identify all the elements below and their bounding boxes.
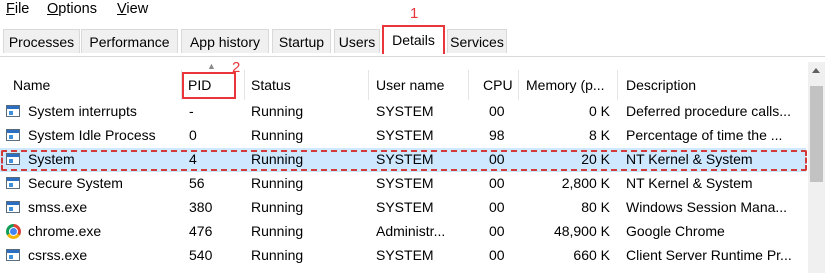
cell-pid: 380 bbox=[189, 199, 213, 215]
chrome-icon bbox=[6, 224, 22, 239]
column-separator[interactable] bbox=[518, 70, 519, 100]
column-memory[interactable]: Memory (p... bbox=[526, 77, 605, 93]
menu-options-mnemonic: O bbox=[47, 1, 59, 17]
column-description[interactable]: Description bbox=[626, 77, 696, 93]
scroll-up-arrow-icon[interactable] bbox=[812, 68, 820, 73]
cell-name: Secure System bbox=[28, 175, 123, 191]
column-separator[interactable] bbox=[368, 70, 369, 100]
cell-pid: 476 bbox=[189, 223, 213, 239]
cell-user: SYSTEM bbox=[376, 175, 434, 191]
menu-view-mnemonic: V bbox=[117, 1, 127, 17]
cell-user: SYSTEM bbox=[376, 247, 434, 263]
cell-status: Running bbox=[251, 223, 304, 239]
cell-cpu: 98 bbox=[489, 127, 505, 143]
cell-user: Administr... bbox=[376, 223, 446, 239]
tab-bar: Processes Performance App history Startu… bbox=[0, 25, 825, 57]
cell-status: Running bbox=[251, 175, 304, 191]
cell-memory: 80 K bbox=[581, 199, 610, 215]
cell-description: NT Kernel & System bbox=[626, 175, 753, 191]
tab-startup[interactable]: Startup bbox=[272, 29, 331, 53]
column-user-name[interactable]: User name bbox=[376, 77, 444, 93]
column-separator[interactable] bbox=[468, 70, 469, 100]
menu-file-label: ile bbox=[14, 1, 30, 17]
window-icon bbox=[6, 177, 22, 191]
cell-memory: 660 K bbox=[573, 247, 610, 263]
column-header-row: Name PID Status User name CPU Memory (p.… bbox=[0, 70, 806, 100]
cell-description: Windows Session Mana... bbox=[626, 199, 788, 215]
window-icon bbox=[6, 105, 22, 119]
cell-pid: - bbox=[189, 103, 194, 119]
tab-details[interactable]: Details bbox=[382, 25, 445, 54]
window-icon bbox=[6, 201, 22, 215]
cell-pid: 540 bbox=[189, 247, 213, 263]
scrollbar-thumb[interactable] bbox=[810, 86, 823, 182]
cell-status: Running bbox=[251, 127, 304, 143]
tab-services[interactable]: Services bbox=[447, 29, 507, 53]
menu-view-label: iew bbox=[126, 1, 149, 17]
cell-cpu: 00 bbox=[489, 223, 505, 239]
column-status[interactable]: Status bbox=[251, 77, 291, 93]
cell-name: smss.exe bbox=[28, 199, 88, 215]
cell-memory: 2,800 K bbox=[561, 175, 610, 191]
tab-performance[interactable]: Performance bbox=[81, 29, 178, 53]
table-row[interactable]: System Idle Process 0 Running SYSTEM 98 … bbox=[0, 124, 806, 148]
menu-options[interactable]: Options bbox=[47, 1, 97, 17]
cell-name: System interrupts bbox=[28, 103, 137, 119]
window-icon bbox=[6, 249, 22, 263]
column-separator[interactable] bbox=[617, 70, 618, 100]
cell-memory: 48,900 K bbox=[553, 223, 610, 239]
table-row[interactable]: chrome.exe 476 Running Administr... 00 4… bbox=[0, 220, 806, 244]
cell-status: Running bbox=[251, 199, 304, 215]
tab-users[interactable]: Users bbox=[334, 29, 380, 53]
cell-cpu: 00 bbox=[489, 247, 505, 263]
cell-description: Client Server Runtime Pr... bbox=[626, 247, 792, 263]
cell-user: SYSTEM bbox=[376, 199, 434, 215]
selected-row-highlight-box bbox=[1, 150, 807, 171]
table-row[interactable]: csrss.exe 540 Running SYSTEM 00 660 K Cl… bbox=[0, 244, 806, 268]
table-row[interactable]: smss.exe 380 Running SYSTEM 00 80 K Wind… bbox=[0, 196, 806, 220]
table-row[interactable]: Secure System 56 Running SYSTEM 00 2,800… bbox=[0, 172, 806, 196]
menu-file[interactable]: File bbox=[6, 1, 29, 17]
table-row[interactable]: System interrupts - Running SYSTEM 00 0 … bbox=[0, 100, 806, 124]
cell-name: csrss.exe bbox=[28, 247, 88, 263]
cell-pid: 56 bbox=[189, 175, 205, 191]
cell-status: Running bbox=[251, 247, 304, 263]
column-name[interactable]: Name bbox=[13, 77, 50, 93]
tab-app-history[interactable]: App history bbox=[181, 29, 269, 53]
pid-highlight-box bbox=[182, 72, 236, 99]
tab-divider bbox=[0, 56, 825, 57]
cell-memory: 8 K bbox=[588, 127, 610, 143]
menu-options-label: ptions bbox=[58, 1, 97, 17]
cell-cpu: 00 bbox=[489, 199, 505, 215]
cell-description: Google Chrome bbox=[626, 223, 725, 239]
cell-description: Percentage of time the ... bbox=[626, 127, 783, 143]
cell-description: Deferred procedure calls... bbox=[626, 103, 791, 119]
cell-cpu: 00 bbox=[489, 175, 505, 191]
tab-processes[interactable]: Processes bbox=[3, 29, 80, 53]
window-icon bbox=[6, 129, 22, 143]
cell-status: Running bbox=[251, 103, 304, 119]
column-separator[interactable] bbox=[244, 70, 245, 100]
menu-view[interactable]: View bbox=[117, 1, 148, 17]
cell-user: SYSTEM bbox=[376, 103, 434, 119]
cell-user: SYSTEM bbox=[376, 127, 434, 143]
cell-name: chrome.exe bbox=[28, 223, 102, 239]
cell-name: System Idle Process bbox=[28, 127, 156, 143]
cell-memory: 0 K bbox=[588, 103, 610, 119]
menu-file-mnemonic: F bbox=[6, 1, 15, 17]
column-cpu[interactable]: CPU bbox=[483, 77, 513, 93]
cell-pid: 0 bbox=[189, 127, 197, 143]
annotation-1: 1 bbox=[410, 5, 419, 22]
cell-cpu: 00 bbox=[489, 103, 505, 119]
